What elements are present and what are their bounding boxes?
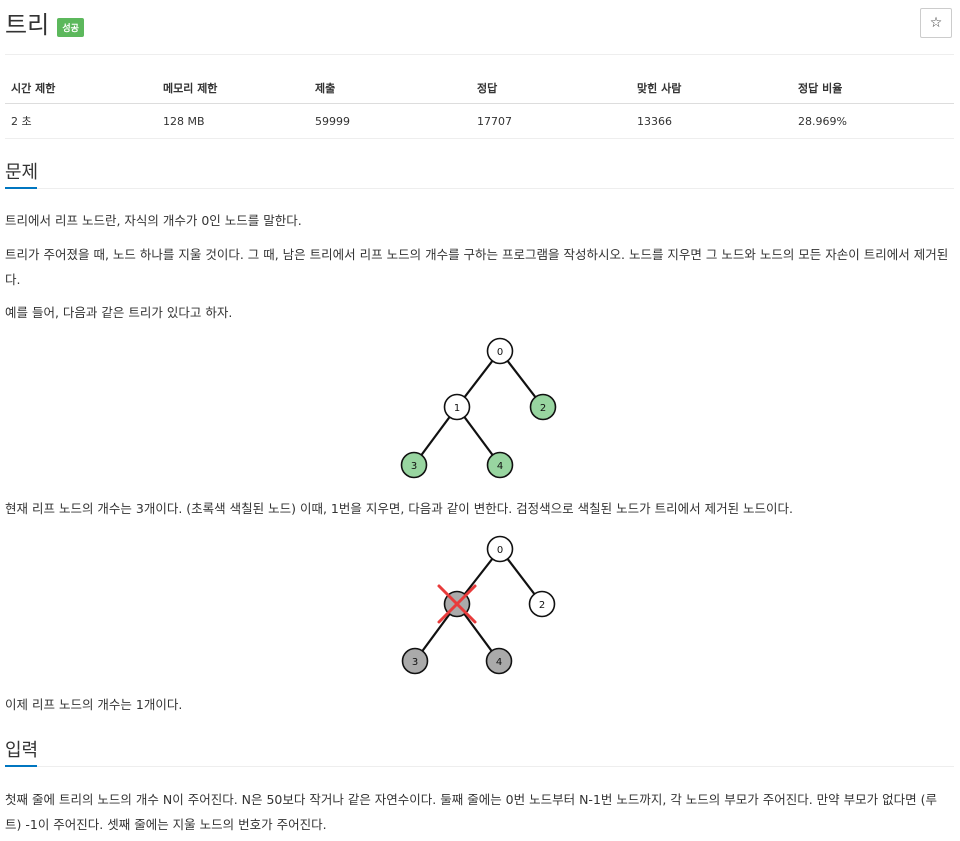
node-label: 3 [411,461,417,472]
node-label: 0 [497,347,503,358]
stats-accepted: 17707 [471,103,631,139]
node-label: 4 [496,657,502,668]
problem-paragraph-2: 트리가 주어졌을 때, 노드 하나를 지울 것이다. 그 때, 남은 트리에서 … [5,247,949,287]
problem-heading: 문제 [5,162,39,183]
stats-memory-limit: 128 MB [157,103,309,139]
star-button[interactable]: ☆ [920,8,952,38]
stats-header-submissions: 제출 [309,74,471,104]
star-icon: ☆ [929,15,943,31]
input-heading-line [5,766,954,767]
node-label: 3 [412,657,418,668]
node-label: 0 [497,545,503,556]
problem-heading-underline [5,187,37,189]
stats-header-ratio: 정답 비율 [792,74,954,104]
node-label: 4 [497,461,503,472]
input-heading-underline [5,765,37,767]
problem-paragraph-3: 예를 들어, 다음과 같은 트리가 있다고 하자. [5,305,233,320]
page-title: 트리 [5,11,50,39]
problem-heading-line [5,188,954,189]
node-label: 1 [454,403,460,414]
stats-header-time-limit: 시간 제한 [5,74,157,104]
stats-header-row: 시간 제한 메모리 제한 제출 정답 맞힌 사람 정답 비율 [5,74,954,104]
problem-paragraph-5: 이제 리프 노드의 개수는 1개이다. [5,697,183,712]
stats-header-solvers: 맞힌 사람 [631,74,792,104]
problem-stats-table: 시간 제한 메모리 제한 제출 정답 맞힌 사람 정답 비율 2 초 128 M… [5,74,954,139]
stats-header-memory-limit: 메모리 제한 [157,74,309,104]
problem-paragraph-1: 트리에서 리프 노드란, 자식의 개수가 0인 노드를 말한다. [5,213,302,228]
node-label: 2 [540,403,546,414]
stats-time-limit: 2 초 [5,103,157,139]
header-divider [5,54,954,55]
input-paragraph-1: 첫째 줄에 트리의 노드의 개수 N이 주어진다. N은 50보다 작거나 같은… [5,792,937,832]
stats-ratio: 28.969% [792,103,954,139]
title-row: 트리 성공 [5,8,84,48]
tree-diagram-original: 0 1 2 3 4 [400,337,557,479]
problem-paragraph-4: 현재 리프 노드의 개수는 3개이다. (초록색 색칠된 노드) 이때, 1번을… [5,501,794,516]
stats-header-accepted: 정답 [471,74,631,104]
stats-submissions: 59999 [309,103,471,139]
stats-value-row: 2 초 128 MB 59999 17707 13366 28.969% [5,103,954,139]
stats-solvers: 13366 [631,103,792,139]
status-badge: 성공 [57,17,84,37]
input-heading: 입력 [5,740,39,761]
node-label: 2 [539,600,545,611]
tree-diagram-after-removal: 0 2 3 4 [401,535,556,675]
